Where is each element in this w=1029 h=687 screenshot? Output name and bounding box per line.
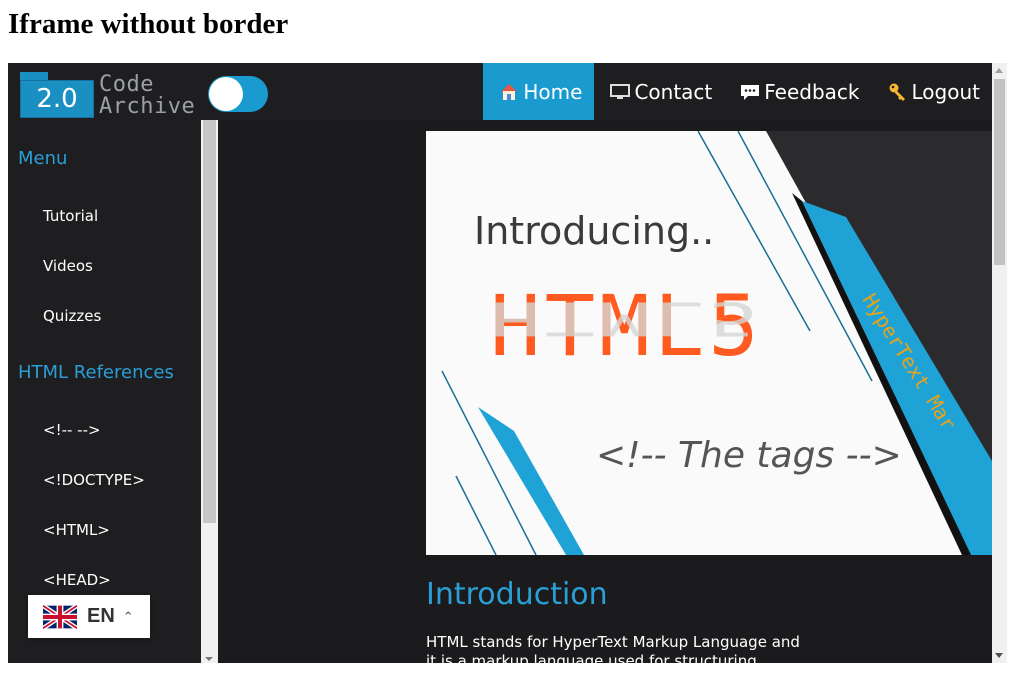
home-icon <box>499 82 519 102</box>
introduction-heading: Introduction <box>426 577 608 612</box>
chevron-up-icon: ⌃ <box>122 608 134 624</box>
introduction-text: HTML stands for HyperText Markup Languag… <box>426 633 800 663</box>
monitor-icon <box>610 82 631 102</box>
sidebar-item-doctype[interactable]: <!DOCTYPE> <box>43 471 145 489</box>
theme-toggle[interactable] <box>208 76 268 112</box>
nav-logout[interactable]: Logout <box>872 63 992 120</box>
sidebar-heading-menu: Menu <box>18 148 68 169</box>
sidebar-heading-html-references: HTML References <box>18 362 174 383</box>
scroll-down-arrow[interactable] <box>995 653 1003 658</box>
sidebar-item-head[interactable]: <HEAD> <box>43 571 111 589</box>
sidebar: Menu Tutorial Videos Quizzes HTML Refere… <box>8 120 201 663</box>
sidebar-item-comment[interactable]: <!-- --> <box>43 421 101 439</box>
nav-contact[interactable]: Contact <box>594 63 724 120</box>
sidebar-scroll-down-arrow[interactable] <box>205 657 213 661</box>
chat-icon <box>740 82 760 102</box>
toggle-knob <box>209 77 243 111</box>
site-logo[interactable]: 2.0 Code Archive <box>18 66 198 122</box>
sidebar-item-videos[interactable]: Videos <box>43 257 93 275</box>
main-scrollbar[interactable] <box>992 63 1007 663</box>
logo-badge: 2.0 <box>20 80 94 118</box>
scroll-up-arrow[interactable] <box>995 68 1003 73</box>
language-selector[interactable]: EN ⌃ <box>28 595 150 638</box>
sidebar-scrollbar[interactable] <box>201 120 218 663</box>
hero-line-html5-reflection: HTML5 <box>490 291 763 346</box>
hero-line-introducing: Introducing.. <box>474 209 715 253</box>
html5-banner-image: Introducing.. HTML5 HTML5 <!-- The tags … <box>426 131 992 555</box>
sidebar-item-quizzes[interactable]: Quizzes <box>43 307 101 325</box>
top-navbar: 2.0 Code Archive Home Contact Feedback L… <box>8 63 992 120</box>
embedded-iframe[interactable]: 2.0 Code Archive Home Contact Feedback L… <box>8 63 1007 663</box>
sidebar-item-tutorial[interactable]: Tutorial <box>43 207 98 225</box>
logo-text: Code Archive <box>99 72 196 119</box>
sidebar-item-html[interactable]: <HTML> <box>43 521 110 539</box>
key-icon <box>888 82 908 102</box>
hero-line-tags: <!-- The tags --> <box>596 435 902 476</box>
sidebar-scrollbar-thumb[interactable] <box>203 120 216 523</box>
page-title: Iframe without border <box>8 8 289 40</box>
main-scrollbar-thumb[interactable] <box>994 79 1005 265</box>
uk-flag-icon <box>41 603 79 630</box>
nav-home[interactable]: Home <box>483 63 595 120</box>
nav-feedback[interactable]: Feedback <box>724 63 871 120</box>
language-code: EN <box>87 605 115 627</box>
main-nav: Home Contact Feedback Logout <box>483 63 992 120</box>
